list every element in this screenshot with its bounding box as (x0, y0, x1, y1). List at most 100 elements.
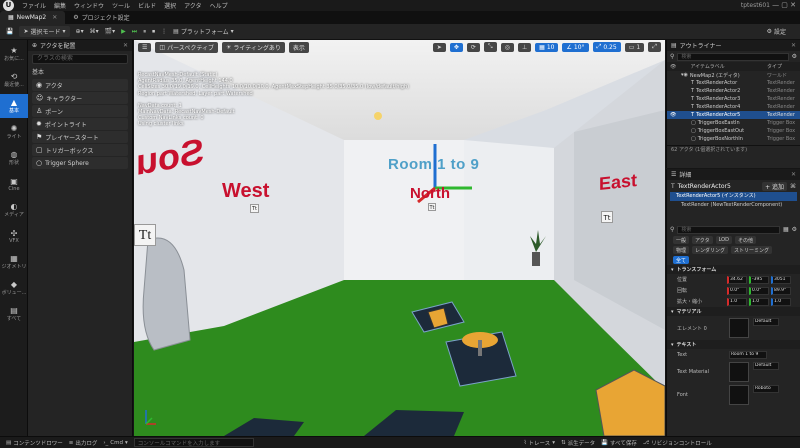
class-search-input[interactable]: クラスの検索 (32, 54, 128, 64)
outliner-row[interactable]: ▢ TriggerBoxEastOut Trigger Box (667, 127, 800, 135)
filter-physics[interactable]: 物理 (673, 246, 690, 254)
select-tool-button[interactable]: ➤ (432, 42, 446, 52)
menu-edit[interactable]: 編集 (54, 1, 66, 10)
filter-actor[interactable]: アクタ (692, 236, 713, 244)
settings-icon[interactable]: ⚙ (792, 226, 797, 233)
close-icon[interactable]: ✕ (52, 14, 57, 21)
location-x[interactable]: 34.62 (727, 275, 747, 284)
outliner-row[interactable]: T TextRenderActor4 TextRender (667, 103, 800, 111)
outliner-row[interactable]: T TextRenderActor2 TextRender (667, 87, 800, 95)
rotation-y[interactable]: 0.0° (749, 286, 769, 295)
filter-streaming[interactable]: ストリーミング (731, 246, 773, 254)
text-render-icon[interactable]: Tt (428, 203, 436, 211)
menu-actor[interactable]: アクタ (184, 1, 201, 10)
rail-geometry[interactable]: ▦ ジオメトリ (0, 250, 28, 274)
close-icon[interactable]: ✕ (791, 171, 796, 178)
component-root[interactable]: TextRenderActor5 (インスタンス) (670, 192, 797, 201)
text-render-icon[interactable]: Tt (601, 211, 613, 223)
unreal-logo-icon[interactable]: U (3, 0, 14, 11)
actor-item[interactable]: ◉ アクタ (32, 79, 128, 91)
grid-snap-button[interactable]: ▦ 10 (535, 42, 559, 52)
material-section[interactable]: ▾ マテリアル (667, 307, 800, 316)
pause-button[interactable]: ⏸ (143, 28, 146, 36)
close-icon[interactable]: ✕ (123, 42, 128, 49)
scale-z[interactable]: 1.0 (771, 297, 791, 306)
text-material-dropdown[interactable]: Default (753, 362, 779, 370)
actor-item[interactable]: ☺ キャラクター (32, 92, 128, 104)
save-all-button[interactable]: 💾 すべて保存 (601, 439, 637, 447)
rail-media[interactable]: ◐ メディア (0, 198, 28, 222)
material-dropdown[interactable]: Default (753, 318, 779, 326)
lighting-button[interactable]: ☀ ライティングあり (221, 41, 285, 53)
maximize-viewport-button[interactable]: ⤢ (648, 42, 661, 52)
menu-build[interactable]: ビルド (138, 1, 156, 10)
outliner-row[interactable]: ▢ TriggerBoxNorthIn Trigger Box (667, 135, 800, 143)
filter-all[interactable]: 全て (673, 256, 690, 264)
filter-rendering[interactable]: レンダリング (692, 246, 729, 254)
tab-project-settings[interactable]: ⚙ プロジェクト設定 (65, 11, 137, 24)
world-local-button[interactable]: ◎ (500, 42, 514, 52)
text-value-field[interactable]: Room 1 to 9 (729, 350, 767, 359)
window-controls[interactable]: — ▢ ✕ (772, 1, 796, 9)
close-icon[interactable]: ✕ (791, 42, 796, 49)
play-options-button[interactable]: ⋮ (161, 28, 167, 35)
blueprint-button[interactable]: ⌘▾ (90, 28, 99, 35)
step-button[interactable]: ⏭ (132, 28, 137, 36)
tab-newmap2[interactable]: ▦ NewMap2 ✕ (0, 11, 66, 24)
platform-dropdown[interactable]: ▤ プラットフォーム ▾ (173, 27, 234, 36)
blueprint-icon[interactable]: ⌘ (790, 183, 796, 190)
font-thumbnail[interactable] (729, 385, 749, 405)
surface-snap-button[interactable]: ⊥ (517, 42, 532, 52)
outliner-search-input[interactable]: 検索 (677, 52, 789, 61)
outliner-row[interactable]: ▢ TriggerBoxEastIn Trigger Box (667, 119, 800, 127)
menu-select[interactable]: 選択 (164, 1, 176, 10)
text-render-icon[interactable]: Tt (134, 224, 156, 246)
trace-button[interactable]: ⌇ トレース ▾ (524, 439, 555, 447)
outliner-row[interactable]: T TextRenderActor3 TextRender (667, 95, 800, 103)
rotation-snap-button[interactable]: ∠ 10° (562, 42, 589, 52)
room-label[interactable]: Room 1 to 9 (388, 156, 479, 173)
component-child[interactable]: TextRender (NewTextRenderComponent) (667, 201, 800, 210)
actor-item[interactable]: ⚑ プレイヤースタート (32, 131, 128, 143)
scale-tool-button[interactable]: ⤡ (483, 42, 497, 52)
perspective-button[interactable]: ◫ パースペクティブ (155, 41, 218, 53)
cinematics-button[interactable]: 🎬▾ (105, 28, 115, 35)
settings-icon[interactable]: ⚙ (792, 53, 797, 60)
cmd-dropdown[interactable]: ›_ Cmd ▾ (103, 440, 127, 446)
details-search-input[interactable]: 検索 (677, 225, 780, 234)
menu-file[interactable]: ファイル (22, 1, 46, 10)
eye-icon[interactable]: 👁 (670, 112, 676, 118)
translate-tool-button[interactable]: ✥ (449, 42, 463, 52)
outliner-row[interactable]: ▾◉ NewMap2 (エディタ) ワールド (667, 71, 800, 79)
col-type[interactable]: タイプ (767, 63, 782, 70)
filter-lod[interactable]: LOD (715, 236, 732, 244)
output-log-button[interactable]: ≡ 出力ログ (69, 439, 98, 447)
grid-view-icon[interactable]: ▦ (783, 226, 789, 233)
rail-vfx[interactable]: ✣ VFX (0, 224, 28, 248)
rail-lights[interactable]: ✺ ライト (0, 120, 28, 144)
material-thumbnail[interactable] (729, 318, 749, 338)
filter-misc[interactable]: その他 (734, 236, 756, 244)
viewport-menu-button[interactable]: ☰ (138, 42, 152, 52)
scale-snap-button[interactable]: ⤢ 0.25 (592, 42, 621, 52)
rail-favorites[interactable]: ★ お気に... (0, 42, 28, 66)
location-z[interactable]: 3051 (771, 275, 791, 284)
transform-section[interactable]: ▾ トランスフォーム (667, 265, 800, 274)
add-component-button[interactable]: + 追加 (762, 181, 787, 191)
settings-button[interactable]: ⚙ 設定 (767, 27, 786, 36)
menu-help[interactable]: ヘルプ (210, 1, 228, 10)
actor-item[interactable]: ✹ ポイントライト (32, 118, 128, 130)
rotation-z[interactable]: 89.9° (771, 286, 791, 295)
content-drawer-button[interactable]: ▤ コンテンツドロワー (6, 439, 63, 447)
rail-all[interactable]: ▤ すべて (0, 302, 28, 326)
col-item-label[interactable]: アイテムラベル (690, 63, 724, 70)
filter-icon[interactable]: ⚲ (670, 53, 674, 60)
rotate-tool-button[interactable]: ⟳ (466, 42, 480, 52)
add-content-button[interactable]: ⊕▾ (76, 28, 84, 35)
rail-cine[interactable]: ▣ Cine (0, 172, 28, 196)
menu-tools[interactable]: ツール (112, 1, 130, 10)
actor-item[interactable]: ○ Trigger Sphere (32, 157, 128, 169)
scale-y[interactable]: 1.0 (749, 297, 769, 306)
scale-x[interactable]: 1.0 (727, 297, 747, 306)
actor-item[interactable]: ♙ ポーン (32, 105, 128, 117)
